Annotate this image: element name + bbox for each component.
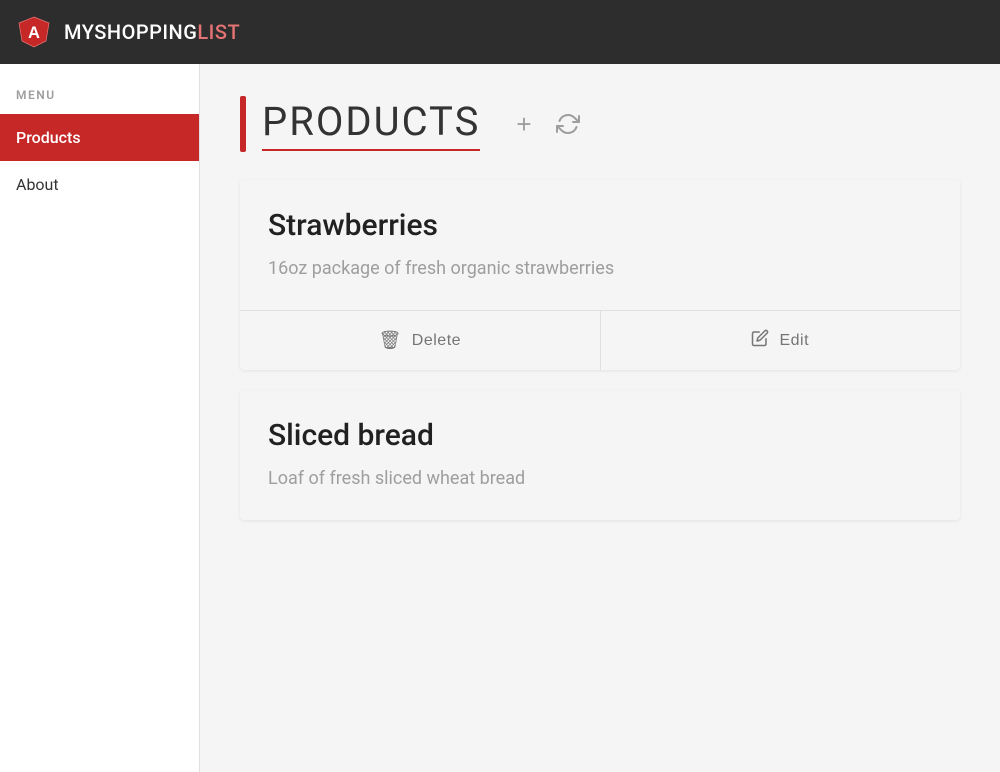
title-my: MY	[64, 20, 94, 44]
delete-icon: 🗑	[378, 330, 401, 351]
main-layout: MENU Products About PRODUCTS +	[0, 64, 1000, 772]
sidebar: MENU Products About	[0, 64, 200, 772]
refresh-button[interactable]	[552, 108, 584, 140]
menu-label: MENU	[0, 88, 199, 114]
delete-label: Delete	[412, 332, 461, 350]
product-description: 16oz package of fresh organic strawberri…	[268, 255, 932, 282]
product-name: Strawberries	[268, 208, 932, 243]
edit-label: Edit	[779, 332, 809, 350]
add-product-button[interactable]: +	[512, 105, 535, 144]
header-actions: +	[512, 105, 583, 144]
edit-icon	[751, 329, 769, 352]
refresh-icon	[556, 112, 580, 136]
product-card-body: Strawberries 16oz package of fresh organ…	[240, 180, 960, 310]
sidebar-item-about[interactable]: About	[0, 161, 199, 208]
edit-button[interactable]: Edit	[600, 311, 961, 370]
page-title-bar: PRODUCTS	[240, 96, 480, 152]
svg-text:A: A	[28, 24, 40, 42]
page-header: PRODUCTS +	[240, 96, 960, 152]
app-header: A MYSHOPPINGLIST	[0, 0, 1000, 64]
angular-logo: A	[16, 14, 52, 50]
title-shopping: SHOPPING	[94, 20, 197, 44]
title-list: LIST	[197, 20, 240, 44]
add-icon: +	[516, 109, 531, 140]
delete-button[interactable]: 🗑 Delete	[240, 311, 600, 370]
product-description: Loaf of fresh sliced wheat bread	[268, 465, 932, 492]
product-card: Sliced bread Loaf of fresh sliced wheat …	[240, 390, 960, 520]
page-title-accent	[240, 96, 246, 152]
app-title: MYSHOPPINGLIST	[64, 20, 240, 44]
page-title: PRODUCTS	[262, 98, 480, 151]
sidebar-item-products[interactable]: Products	[0, 114, 199, 161]
product-card-body: Sliced bread Loaf of fresh sliced wheat …	[240, 390, 960, 520]
product-name: Sliced bread	[268, 418, 932, 453]
sidebar-about-label: About	[16, 175, 59, 194]
main-content: PRODUCTS + Strawberries	[200, 64, 1000, 772]
product-card-actions: 🗑 Delete Edit	[240, 310, 960, 370]
product-card: Strawberries 16oz package of fresh organ…	[240, 180, 960, 370]
sidebar-products-label: Products	[16, 128, 81, 147]
